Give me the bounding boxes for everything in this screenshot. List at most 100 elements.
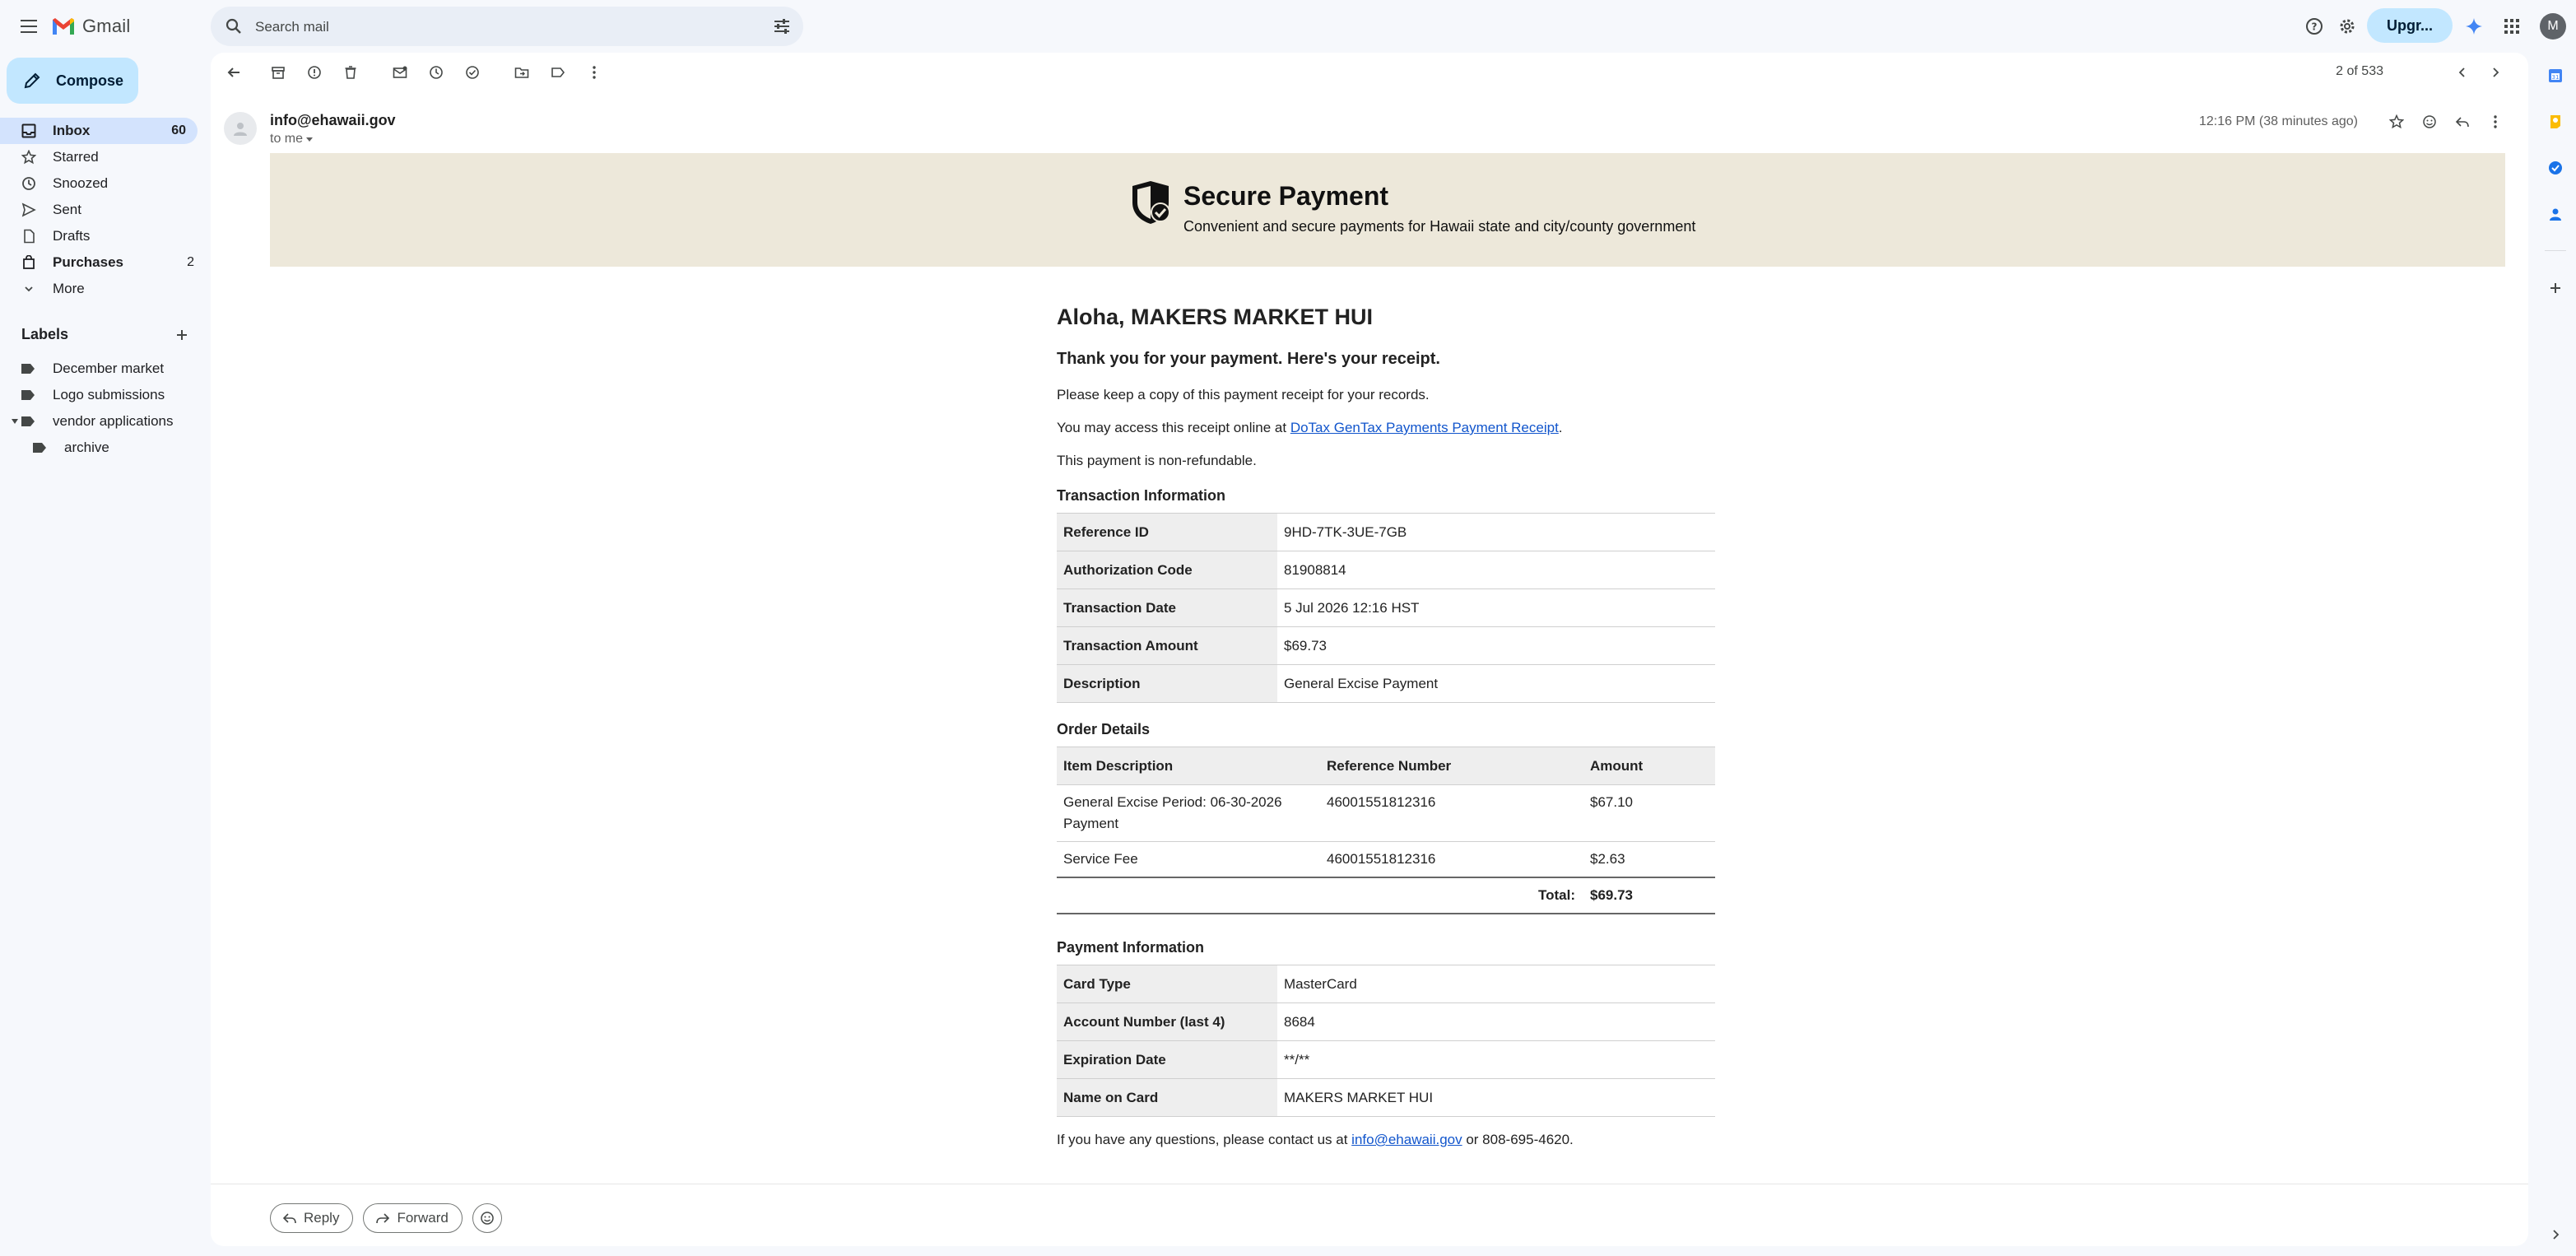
show-side-panel-button[interactable] xyxy=(2546,1225,2565,1244)
sidebar-item-more[interactable]: More xyxy=(0,276,206,302)
sender-avatar[interactable] xyxy=(224,112,257,145)
side-panel: 31 xyxy=(2535,53,2576,1256)
sidebar-item-label: Starred xyxy=(53,149,99,165)
search-bar[interactable]: Search mail xyxy=(211,7,803,46)
label-item-december-market[interactable]: December market xyxy=(0,356,206,382)
label-item-logo-submissions[interactable]: Logo submissions xyxy=(0,382,206,408)
message-timestamp: 12:16 PM (38 minutes ago) xyxy=(2199,114,2358,128)
support-button[interactable]: ? xyxy=(2301,13,2327,40)
more-options-button[interactable] xyxy=(584,63,604,82)
table-row: Authorization Code 81908814 xyxy=(1057,551,1715,589)
star-button[interactable] xyxy=(2387,112,2406,132)
message-toolbar: 2 of 533 xyxy=(211,53,2528,92)
delete-button[interactable] xyxy=(341,63,360,82)
newer-button[interactable] xyxy=(2453,63,2472,82)
contact-prefix: If you have any questions, please contac… xyxy=(1057,1132,1352,1147)
sidebar-item-drafts[interactable]: Drafts xyxy=(0,223,206,249)
inbox-icon xyxy=(21,123,36,138)
reply-button[interactable] xyxy=(2453,112,2472,132)
thanks-heading: Thank you for your payment. Here's your … xyxy=(1057,350,1440,368)
older-button[interactable] xyxy=(2485,63,2505,82)
contacts-person-icon xyxy=(2550,208,2561,221)
gemini-button[interactable] xyxy=(2461,13,2487,40)
sidebar-item-purchases[interactable]: Purchases 2 xyxy=(0,249,206,276)
label-tag-icon xyxy=(33,443,46,453)
tasks-app-button[interactable] xyxy=(2546,158,2565,178)
emoji-reaction-button[interactable] xyxy=(472,1203,502,1233)
app-name: Gmail xyxy=(82,16,131,36)
recipient-details[interactable]: to me xyxy=(270,132,314,147)
settings-button[interactable] xyxy=(2334,13,2360,40)
plus-icon xyxy=(2550,283,2560,293)
contact-email-link[interactable]: info@ehawaii.gov xyxy=(1351,1132,1462,1147)
sidebar-item-sent[interactable]: Sent xyxy=(0,197,206,223)
account-avatar[interactable]: M xyxy=(2540,13,2566,40)
move-to-button[interactable] xyxy=(512,63,532,82)
caret-down-icon xyxy=(306,137,314,142)
calendar-icon: 31 xyxy=(2549,69,2562,82)
row-key: Description xyxy=(1057,664,1277,703)
total-row: Total: $69.73 xyxy=(1057,877,1715,914)
sidebar-item-label: Sent xyxy=(53,202,81,217)
message-view: 2 of 533 info@ehawaii.gov to me 12:16 PM… xyxy=(211,53,2528,1246)
calendar-app-button[interactable]: 31 xyxy=(2546,66,2565,86)
email-body: Aloha, MAKERS MARKET HUI Thank you for y… xyxy=(1057,305,1715,1148)
label-item-vendor-applications[interactable]: vendor applications xyxy=(0,408,206,435)
reply-label: Reply xyxy=(304,1210,340,1226)
row-value: 8684 xyxy=(1277,1002,1715,1041)
row-value: MasterCard xyxy=(1277,965,1715,1003)
label-name: vendor applications xyxy=(53,413,174,429)
archive-button[interactable] xyxy=(268,63,288,82)
keep-app-button[interactable] xyxy=(2546,112,2565,132)
create-label-button[interactable] xyxy=(173,326,191,344)
label-tag-icon xyxy=(21,390,35,400)
add-reaction-button[interactable] xyxy=(2420,112,2439,132)
row-value: $69.73 xyxy=(1277,626,1715,665)
add-to-tasks-button[interactable] xyxy=(463,63,482,82)
sidebar-item-snoozed[interactable]: Snoozed xyxy=(0,170,206,197)
search-options-icon xyxy=(774,19,789,34)
sidebar-item-starred[interactable]: Starred xyxy=(0,144,206,170)
main-menu-button[interactable] xyxy=(13,10,46,43)
back-button[interactable] xyxy=(224,63,244,82)
message-more-button[interactable] xyxy=(2485,112,2505,132)
apps-button[interactable] xyxy=(2499,13,2525,40)
snooze-button[interactable] xyxy=(426,63,446,82)
label-name: December market xyxy=(53,361,165,376)
item-amount: $2.63 xyxy=(1583,841,1715,878)
row-value: 81908814 xyxy=(1277,551,1715,589)
labels-button[interactable] xyxy=(548,63,568,82)
contact-text: If you have any questions, please contac… xyxy=(1057,1132,1715,1148)
receipt-link[interactable]: DoTax GenTax Payments Payment Receipt xyxy=(1290,420,1559,435)
gmail-logo[interactable]: Gmail xyxy=(51,12,130,41)
sidebar-item-inbox[interactable]: Inbox 60 xyxy=(0,118,198,144)
access-prefix: You may access this receipt online at xyxy=(1057,420,1290,435)
table-row: Name on Card MAKERS MARKET HUI xyxy=(1057,1078,1715,1117)
contacts-app-button[interactable] xyxy=(2546,204,2565,224)
labels-list: December market Logo submissions vendor … xyxy=(0,356,206,461)
row-value: MAKERS MARKET HUI xyxy=(1277,1078,1715,1117)
get-addons-button[interactable] xyxy=(2546,278,2565,298)
banner-title: Secure Payment xyxy=(1183,181,1389,211)
compose-button[interactable]: Compose xyxy=(7,58,138,104)
labels-heading: Labels xyxy=(21,326,69,342)
table-row: Service Fee 46001551812316 $2.63 xyxy=(1057,841,1715,878)
keep-copy-text: Please keep a copy of this payment recei… xyxy=(1057,387,1430,402)
report-spam-button[interactable] xyxy=(305,63,324,82)
label-item-archive[interactable]: archive xyxy=(0,435,206,461)
mark-unread-button[interactable] xyxy=(390,63,410,82)
total-value: $69.73 xyxy=(1583,877,1715,914)
forward-button[interactable]: Forward xyxy=(363,1203,463,1233)
keep-bulb-icon xyxy=(2550,115,2560,128)
plus-icon xyxy=(177,330,187,340)
row-key: Name on Card xyxy=(1057,1078,1277,1117)
search-input[interactable]: Search mail xyxy=(255,19,329,35)
sender-email[interactable]: info@ehawaii.gov xyxy=(270,112,396,129)
reply-pill-button[interactable]: Reply xyxy=(270,1203,354,1233)
upgrade-button[interactable]: Upgr... xyxy=(2367,8,2453,43)
forward-label: Forward xyxy=(397,1210,449,1226)
chevron-left-icon xyxy=(2458,67,2465,77)
label-tag-icon xyxy=(21,416,35,426)
svg-text:31: 31 xyxy=(2552,74,2560,81)
tasks-check-icon xyxy=(2549,161,2562,174)
